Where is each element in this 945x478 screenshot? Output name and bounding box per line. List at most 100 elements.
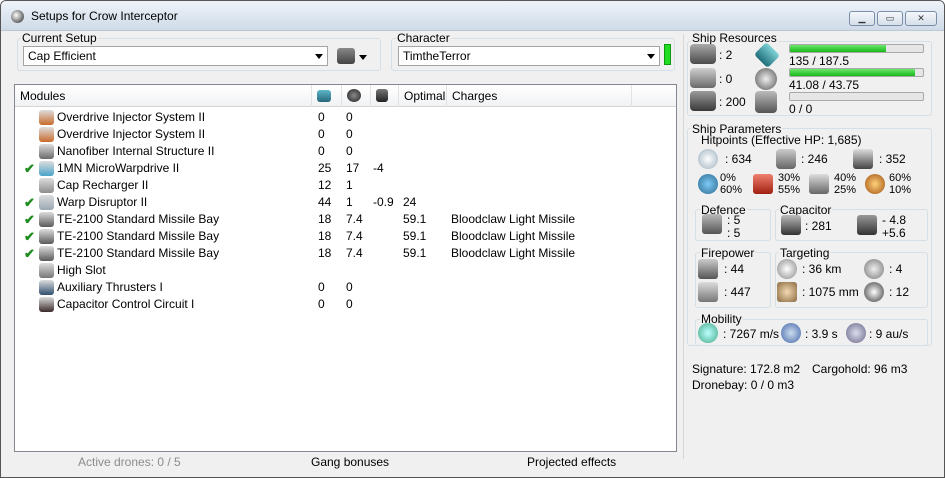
col-capacitor[interactable]	[371, 85, 399, 107]
module-active-check-icon[interactable]: ✔	[24, 160, 35, 177]
explosive-resist-2: 10%	[889, 184, 912, 196]
module-name: TE-2100 Standard Missile Bay	[57, 246, 220, 260]
calibration-icon	[755, 91, 777, 113]
module-powergrid: 0	[346, 280, 353, 294]
cpu-bar	[789, 44, 924, 53]
chevron-down-icon	[315, 54, 323, 59]
module-row[interactable]: Nanofiber Internal Structure II 0 0	[15, 143, 675, 160]
module-optimal: 59.1	[403, 212, 427, 226]
power-icon	[755, 68, 777, 90]
module-optimal: 59.1	[403, 229, 427, 243]
powergrid-text: 41.08 / 43.75	[789, 78, 860, 92]
module-row[interactable]: Auxiliary Thrusters I 0 0	[15, 279, 675, 296]
module-charges: Bloodclaw Light Missile	[451, 246, 576, 260]
thermal-resist-1: 30%	[778, 172, 801, 184]
module-capacitor: -0.9	[373, 195, 394, 209]
targeting-group	[775, 252, 928, 308]
maximize-icon: ▭	[885, 13, 895, 23]
module-row[interactable]: Cap Recharger II 12 1	[15, 177, 675, 194]
col-powergrid[interactable]	[342, 85, 371, 107]
module-powergrid: 17	[346, 161, 360, 175]
active-drones-tab[interactable]: Active drones: 0 / 5	[78, 455, 181, 469]
firepower-value-2: : 447	[724, 285, 751, 299]
kinetic-resist-1: 40%	[834, 172, 857, 184]
minimize-button[interactable]: ▁	[849, 11, 875, 26]
module-powergrid: 0	[346, 297, 353, 311]
targeting-range: : 36 km	[802, 262, 842, 276]
close-button[interactable]: ✕	[905, 11, 937, 26]
shield-hp: : 634	[725, 152, 752, 166]
module-row[interactable]: ✔ Warp Disruptor II 44 1 -0.9 24	[15, 194, 675, 211]
power-icon	[347, 89, 361, 102]
module-row[interactable]: High Slot	[15, 262, 675, 279]
setup-window: Setups for Crow Interceptor ▁ ▭ ✕ Curren…	[0, 0, 945, 478]
ship-dropdown-icon[interactable]	[359, 55, 367, 60]
module-cpu: 44	[318, 195, 332, 209]
warp-speed: : 9 au/s	[869, 327, 909, 341]
scan-resolution-icon	[777, 282, 797, 302]
module-row[interactable]: Capacitor Control Circuit I 0 0	[15, 296, 675, 313]
col-cpu[interactable]	[312, 85, 342, 107]
character-combo[interactable]: TimtheTerror	[398, 46, 660, 66]
explosive-resist-icon	[865, 174, 885, 194]
shield-icon	[698, 149, 718, 169]
module-row[interactable]: Overdrive Injector System II 0 0	[15, 109, 675, 126]
calibration-text: 0 / 0	[789, 102, 813, 116]
current-setup-label: Current Setup	[21, 31, 98, 45]
kinetic-resist-icon	[809, 174, 829, 194]
cpu-bar-fill	[790, 45, 886, 52]
explosive-resist-1: 60%	[889, 172, 912, 184]
firepower-value-1: : 44	[724, 262, 745, 276]
module-optimal: 59.1	[403, 246, 427, 260]
em-resist-2: 60%	[720, 184, 743, 196]
module-name: Nanofiber Internal Structure II	[57, 144, 215, 158]
module-name: TE-2100 Standard Missile Bay	[57, 229, 220, 243]
module-row[interactable]: ✔ TE-2100 Standard Missile Bay 18 7.4 59.1 Bl…	[15, 228, 675, 245]
setup-combo[interactable]: Cap Efficient	[23, 46, 328, 66]
thermal-resist-2: 55%	[778, 184, 801, 196]
launcher-hardpoints: : 0	[719, 72, 733, 86]
col-charges[interactable]: Charges	[447, 85, 632, 107]
sensor-strength-icon	[864, 282, 884, 302]
targeting-range-icon	[777, 259, 797, 279]
module-active-check-icon[interactable]: ✔	[24, 228, 35, 245]
module-active-check-icon[interactable]: ✔	[24, 245, 35, 262]
col-modules[interactable]: Modules	[15, 85, 312, 107]
armor-hp: : 246	[801, 152, 828, 166]
module-row[interactable]: ✔ TE-2100 Standard Missile Bay 18 7.4 59.1 Bl…	[15, 245, 675, 262]
launcher-hardpoint-icon	[690, 68, 716, 88]
structure-icon	[853, 149, 873, 169]
module-powergrid: 7.4	[346, 229, 363, 243]
armor-icon	[776, 149, 796, 169]
module-active-check-icon[interactable]: ✔	[24, 194, 35, 211]
character-status-indicator	[664, 44, 671, 65]
missile-damage-icon	[698, 282, 718, 302]
chevron-down-icon	[647, 54, 655, 59]
projected-effects-tab[interactable]: Projected effects	[527, 455, 616, 469]
capacitor-icon	[781, 215, 801, 235]
module-row[interactable]: ✔ TE-2100 Standard Missile Bay 18 7.4 59.1 Bl…	[15, 211, 675, 228]
gang-bonuses-tab[interactable]: Gang bonuses	[311, 455, 389, 469]
module-row[interactable]: ✔ 1MN MicroWarpdrive II 25 17 -4	[15, 160, 675, 177]
modules-panel: Modules Optimal Charges Overdrive Inject…	[14, 84, 677, 452]
kinetic-resist-2: 25%	[834, 184, 857, 196]
turret-damage-icon	[698, 259, 718, 279]
col-optimal[interactable]: Optimal	[399, 85, 447, 107]
app-icon	[11, 10, 24, 23]
window-title: Setups for Crow Interceptor	[31, 9, 178, 23]
module-name: 1MN MicroWarpdrive II	[57, 161, 180, 175]
ship-icon[interactable]	[337, 48, 355, 64]
module-row[interactable]: Overdrive Injector System II 0 0	[15, 126, 675, 143]
module-active-check-icon[interactable]: ✔	[24, 211, 35, 228]
maximize-button[interactable]: ▭	[877, 11, 903, 26]
module-powergrid: 1	[346, 178, 353, 192]
scan-resolution: : 1075 mm	[802, 285, 859, 299]
character-value: TimtheTerror	[403, 49, 471, 63]
defence-icon	[702, 214, 722, 234]
module-capacitor: -4	[373, 161, 384, 175]
powergrid-bar	[789, 68, 924, 77]
module-cpu: 25	[318, 161, 332, 175]
max-velocity: : 7267 m/s	[723, 327, 780, 341]
capacitor-delta-2: +5.6	[882, 226, 906, 240]
module-name: Auxiliary Thrusters I	[57, 280, 163, 294]
